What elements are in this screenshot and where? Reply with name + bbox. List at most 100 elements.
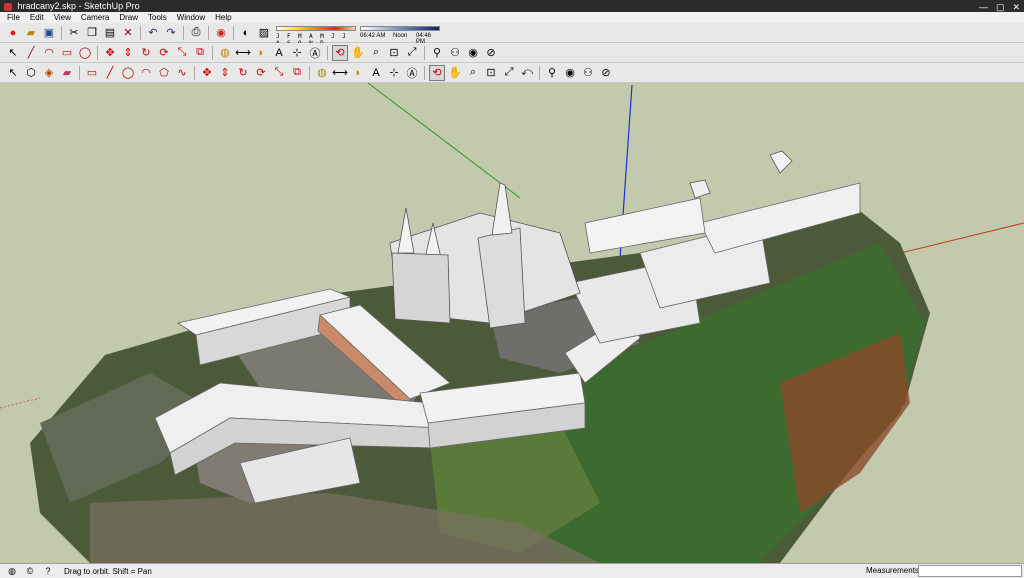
position-camera-icon[interactable]: ⚲ — [544, 65, 560, 81]
toolbar-large-tools: ↖ ╱ ◠ ▭ ◯ ✥ ⇕ ↻ ⟳ ⤡ ⧉ ◍ ⟷ ◗ A ⊹ Ⓐ ⟲ ✋ ⌕ … — [0, 43, 1024, 63]
line-icon[interactable]: ╱ — [23, 45, 39, 61]
zoom-window-icon[interactable]: ⊡ — [386, 45, 402, 61]
redo-icon[interactable]: ↷ — [163, 25, 179, 41]
status-hint: Drag to orbit. Shift = Pan — [64, 566, 152, 576]
offset-icon[interactable]: ⧉ — [192, 45, 208, 61]
pan-icon[interactable]: ✋ — [447, 65, 463, 81]
geolocation-icon[interactable]: ◍ — [6, 565, 18, 577]
followme-icon[interactable]: ⟳ — [156, 45, 172, 61]
arc-icon[interactable]: ◠ — [138, 65, 154, 81]
tape-icon[interactable]: ◍ — [314, 65, 330, 81]
fog-toggle-icon[interactable]: ▨ — [256, 25, 272, 41]
text-icon[interactable]: A — [271, 45, 287, 61]
text-icon[interactable]: A — [368, 65, 384, 81]
undo-icon[interactable]: ↶ — [145, 25, 161, 41]
model-info-icon[interactable]: ◉ — [213, 25, 229, 41]
zoom-icon[interactable]: ⌕ — [368, 45, 384, 61]
help-icon[interactable]: ? — [42, 565, 54, 577]
line-icon[interactable]: ╱ — [102, 65, 118, 81]
walk-icon[interactable]: ⚇ — [447, 45, 463, 61]
3dtext-icon[interactable]: Ⓐ — [307, 45, 323, 61]
pushpull-icon[interactable]: ⇕ — [217, 65, 233, 81]
zoom-window-icon[interactable]: ⊡ — [483, 65, 499, 81]
protractor-icon[interactable]: ◗ — [253, 45, 269, 61]
protractor-icon[interactable]: ◗ — [350, 65, 366, 81]
open-icon[interactable]: ▰ — [23, 25, 39, 41]
axes-icon[interactable]: ⊹ — [289, 45, 305, 61]
section-icon[interactable]: ⊘ — [483, 45, 499, 61]
menu-edit[interactable]: Edit — [25, 13, 49, 22]
tower-east-small — [689, 179, 711, 199]
menu-help[interactable]: Help — [210, 13, 236, 22]
lookaround-icon[interactable]: ◉ — [562, 65, 578, 81]
eraser-icon[interactable]: ▰ — [59, 65, 75, 81]
arc-icon[interactable]: ◠ — [41, 45, 57, 61]
walk-icon[interactable]: ⚇ — [580, 65, 596, 81]
print-icon[interactable]: ⎙ — [188, 25, 204, 41]
circle-icon[interactable]: ◯ — [77, 45, 93, 61]
select-icon[interactable]: ↖ — [5, 45, 21, 61]
tape-icon[interactable]: ◍ — [217, 45, 233, 61]
shadow-time-slider[interactable]: 06:42 AM Noon 04:46 PM — [360, 25, 440, 45]
rectangle-icon[interactable]: ▭ — [84, 65, 100, 81]
previous-icon[interactable]: ⤺ — [519, 65, 535, 81]
menu-tools[interactable]: Tools — [143, 13, 172, 22]
followme-icon[interactable]: ⟳ — [253, 65, 269, 81]
measurements-input[interactable] — [918, 565, 1022, 577]
rectangle-icon[interactable]: ▭ — [59, 45, 75, 61]
pan-icon[interactable]: ✋ — [350, 45, 366, 61]
dimension-icon[interactable]: ⟷ — [332, 65, 348, 81]
save-icon[interactable]: ▣ — [41, 25, 57, 41]
polygon-icon[interactable]: ⬠ — [156, 65, 172, 81]
red-axis-dashed — [0, 397, 41, 409]
zoom-extents-icon[interactable]: ⤢ — [501, 65, 517, 81]
position-camera-icon[interactable]: ⚲ — [429, 45, 445, 61]
credits-icon[interactable]: © — [24, 565, 36, 577]
rotate-icon[interactable]: ↻ — [235, 65, 251, 81]
select-icon[interactable]: ↖ — [5, 65, 21, 81]
shadow-month-slider[interactable]: J F M A M J J A S O N D — [276, 25, 356, 47]
measurements-label: Measurements — [866, 566, 919, 575]
west-spire-left — [397, 207, 415, 254]
shadow-time-mid: Noon — [393, 32, 408, 39]
model-scene — [0, 83, 1024, 563]
toolbar-small-tools: ↖ ⬡ ◈ ▰ ▭ ╱ ◯ ◠ ⬠ ∿ ✥ ⇕ ↻ ⟳ ⤡ ⧉ ◍ ⟷ ◗ A … — [0, 63, 1024, 83]
paste-icon[interactable]: ▤ — [102, 25, 118, 41]
lookaround-icon[interactable]: ◉ — [465, 45, 481, 61]
sketchup-icon[interactable]: ● — [5, 25, 21, 41]
scale-icon[interactable]: ⤡ — [271, 65, 287, 81]
menu-window[interactable]: Window — [172, 13, 210, 22]
menu-bar: File Edit View Camera Draw Tools Window … — [0, 12, 1024, 23]
section-icon[interactable]: ⊘ — [598, 65, 614, 81]
shadow-toggle-icon[interactable]: ◐ — [238, 25, 254, 41]
cut-icon[interactable]: ✂ — [66, 25, 82, 41]
menu-view[interactable]: View — [49, 13, 76, 22]
pushpull-icon[interactable]: ⇕ — [120, 45, 136, 61]
scale-icon[interactable]: ⤡ — [174, 45, 190, 61]
zoom-extents-icon[interactable]: ⤢ — [404, 45, 420, 61]
3dtext-icon[interactable]: Ⓐ — [404, 65, 420, 81]
orbit-icon[interactable]: ⟲ — [429, 64, 445, 81]
freehand-icon[interactable]: ∿ — [174, 65, 190, 81]
menu-camera[interactable]: Camera — [76, 13, 114, 22]
erase-icon[interactable]: ✕ — [120, 25, 136, 41]
dimension-icon[interactable]: ⟷ — [235, 45, 251, 61]
move-icon[interactable]: ✥ — [102, 45, 118, 61]
axes-icon[interactable]: ⊹ — [386, 65, 402, 81]
copy-icon[interactable]: ❐ — [84, 25, 100, 41]
move-icon[interactable]: ✥ — [199, 65, 215, 81]
rotate-icon[interactable]: ↻ — [138, 45, 154, 61]
offset-icon[interactable]: ⧉ — [289, 65, 305, 81]
cathedral-spire — [491, 182, 513, 236]
component-icon[interactable]: ⬡ — [23, 65, 39, 81]
drawing-viewport[interactable] — [0, 83, 1024, 563]
menu-draw[interactable]: Draw — [114, 13, 143, 22]
orbit-icon[interactable]: ⟲ — [332, 44, 348, 61]
menu-file[interactable]: File — [2, 13, 25, 22]
green-axis — [367, 83, 521, 199]
circle-icon[interactable]: ◯ — [120, 65, 136, 81]
tower-east — [769, 150, 793, 174]
zoom-icon[interactable]: ⌕ — [465, 65, 481, 81]
window-title: hradcany2.skp - SketchUp Pro — [17, 1, 140, 11]
paint-icon[interactable]: ◈ — [41, 65, 57, 81]
